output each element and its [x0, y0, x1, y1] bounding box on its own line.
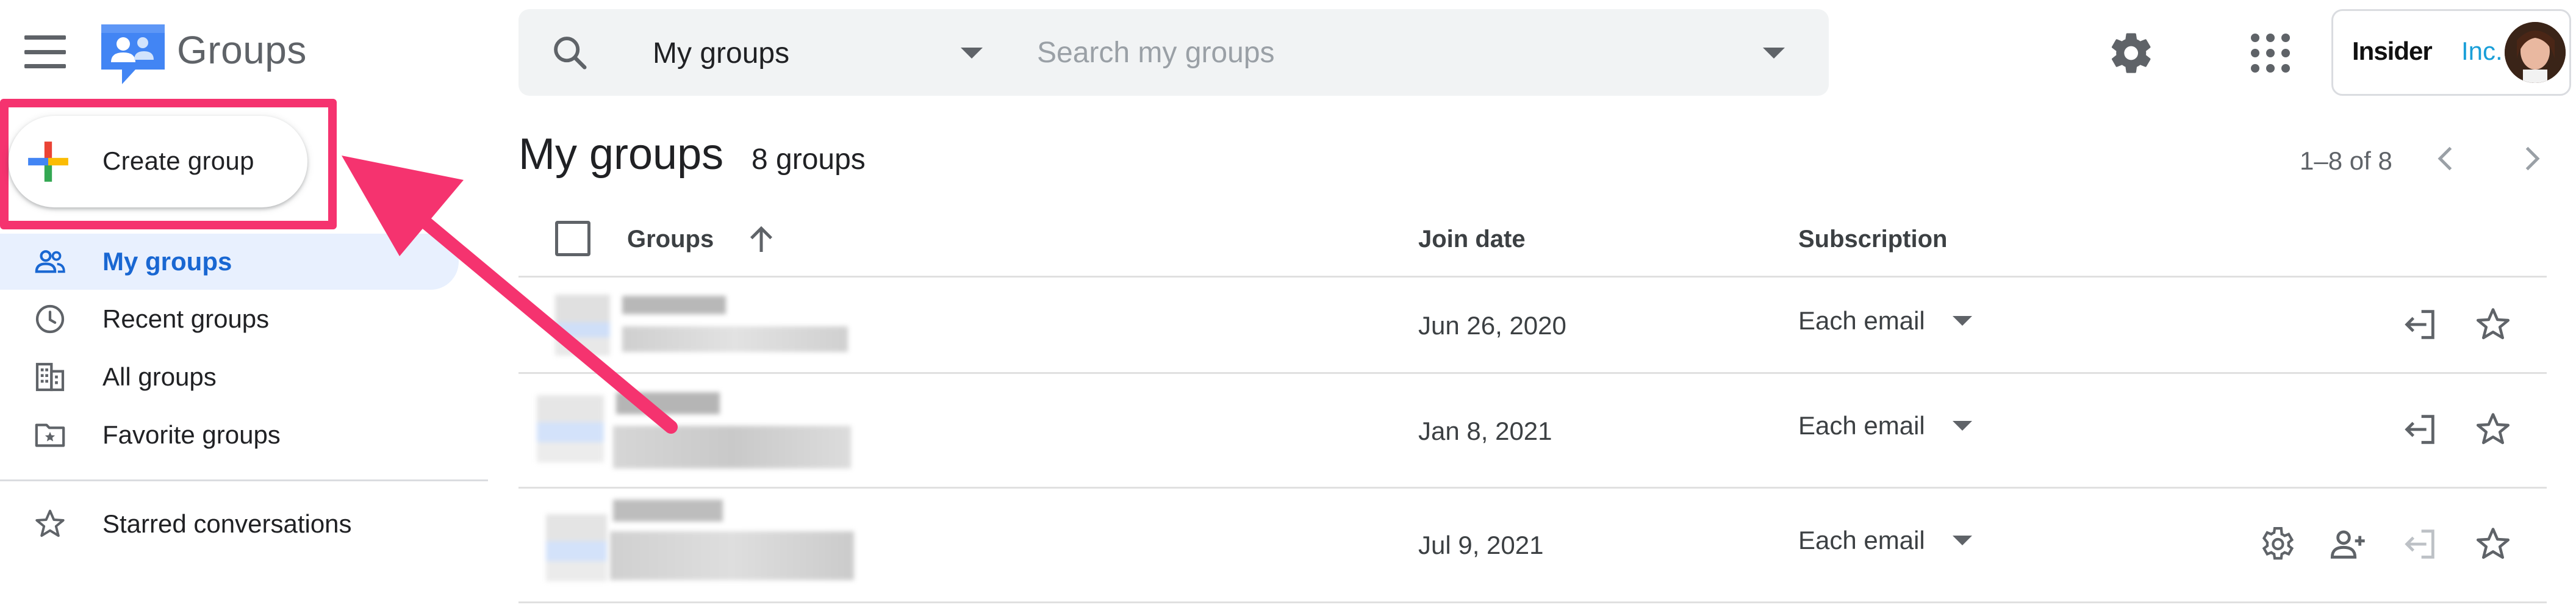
blurred-group-avatar: [537, 395, 604, 462]
leave-group-icon[interactable]: [2400, 305, 2439, 344]
search-input[interactable]: [1037, 29, 1757, 76]
column-header-subscription: Subscription: [1798, 226, 1948, 253]
previous-page-icon[interactable]: [2428, 140, 2464, 177]
page-title: My groups: [518, 130, 724, 179]
groups-logo-icon: [101, 24, 165, 84]
sidebar-item-starred-conversations[interactable]: Starred conversations: [0, 496, 464, 552]
add-member-icon[interactable]: [2329, 525, 2368, 564]
sidebar-item-label: All groups: [102, 362, 217, 391]
star-icon: [35, 509, 65, 537]
brand-name: Insider: [2352, 37, 2433, 65]
sidebar-item-label: My groups: [102, 247, 232, 276]
plus-icon: [28, 142, 68, 182]
hamburger-line: [24, 35, 66, 40]
search-icon[interactable]: [549, 32, 592, 74]
create-group-label: Create group: [102, 146, 254, 175]
hamburger-line: [24, 64, 66, 68]
search-scope-select[interactable]: My groups: [653, 34, 1006, 73]
app-name: Groups: [177, 28, 307, 72]
subscription-select[interactable]: Each email: [1798, 301, 2006, 340]
join-date: Jul 9, 2021: [1418, 531, 1544, 559]
blurred-group-email: [622, 326, 848, 352]
starred-folder-icon: [35, 423, 65, 447]
chevron-down-icon: [1953, 421, 1972, 431]
brand-suffix: Inc.: [2461, 37, 2503, 65]
blurred-group-email: [613, 426, 851, 468]
next-page-icon[interactable]: [2513, 140, 2550, 177]
sort-ascending-arrow-icon[interactable]: [743, 220, 780, 260]
leave-group-icon[interactable]: [2400, 525, 2439, 564]
pagination-range: 1–8 of 8: [2300, 146, 2392, 175]
subscription-select[interactable]: Each email: [1798, 521, 2006, 560]
apps-grid-icon[interactable]: [2251, 34, 2290, 73]
star-icon[interactable]: [2474, 305, 2513, 344]
chevron-down-icon[interactable]: [961, 48, 983, 59]
select-all-checkbox[interactable]: [555, 221, 590, 256]
star-icon[interactable]: [2474, 410, 2513, 449]
clock-icon: [35, 304, 65, 334]
sidebar-item-all-groups[interactable]: All groups: [0, 349, 464, 405]
avatar[interactable]: [2505, 22, 2566, 83]
row-divider: [518, 601, 2547, 603]
blurred-group-name: [613, 500, 723, 522]
subscription-value: Each email: [1798, 526, 1925, 554]
join-date: Jan 8, 2021: [1418, 417, 1552, 445]
building-icon: [35, 362, 65, 392]
group-count: 8 groups: [752, 143, 866, 176]
sidebar-item-label: Recent groups: [102, 304, 270, 333]
people-icon: [35, 250, 65, 273]
sidebar-item-favorite-groups[interactable]: Favorite groups: [0, 407, 464, 463]
subscription-select[interactable]: Each email: [1798, 406, 2006, 445]
blurred-group-name: [616, 392, 720, 414]
subscription-value: Each email: [1798, 411, 1925, 440]
search-options-chevron-icon[interactable]: [1763, 48, 1785, 59]
chevron-down-icon: [1953, 316, 1972, 326]
blurred-group-name: [622, 296, 726, 314]
blurred-group-avatar: [555, 295, 610, 356]
sidebar-item-label: Starred conversations: [102, 509, 352, 538]
blurred-group-avatar: [546, 514, 607, 581]
sidebar-item-recent-groups[interactable]: Recent groups: [0, 291, 464, 347]
sidebar-item-label: Favorite groups: [102, 420, 281, 449]
chevron-down-icon: [1953, 536, 1972, 545]
column-header-groups[interactable]: Groups: [627, 226, 714, 253]
leave-group-icon[interactable]: [2400, 410, 2439, 449]
search-scope-label: My groups: [653, 37, 790, 70]
blurred-group-email: [610, 531, 854, 580]
settings-gear-icon[interactable]: [2108, 29, 2155, 77]
column-header-join-date[interactable]: Join date: [1418, 226, 1526, 253]
hamburger-line: [24, 49, 66, 54]
sidebar-item-my-groups[interactable]: My groups: [0, 234, 464, 290]
star-icon[interactable]: [2474, 525, 2513, 564]
main-menu-button[interactable]: [24, 35, 66, 68]
join-date: Jun 26, 2020: [1418, 311, 1566, 340]
settings-icon[interactable]: [2257, 525, 2296, 564]
subscription-value: Each email: [1798, 306, 1925, 335]
sidebar-divider: [0, 479, 488, 481]
